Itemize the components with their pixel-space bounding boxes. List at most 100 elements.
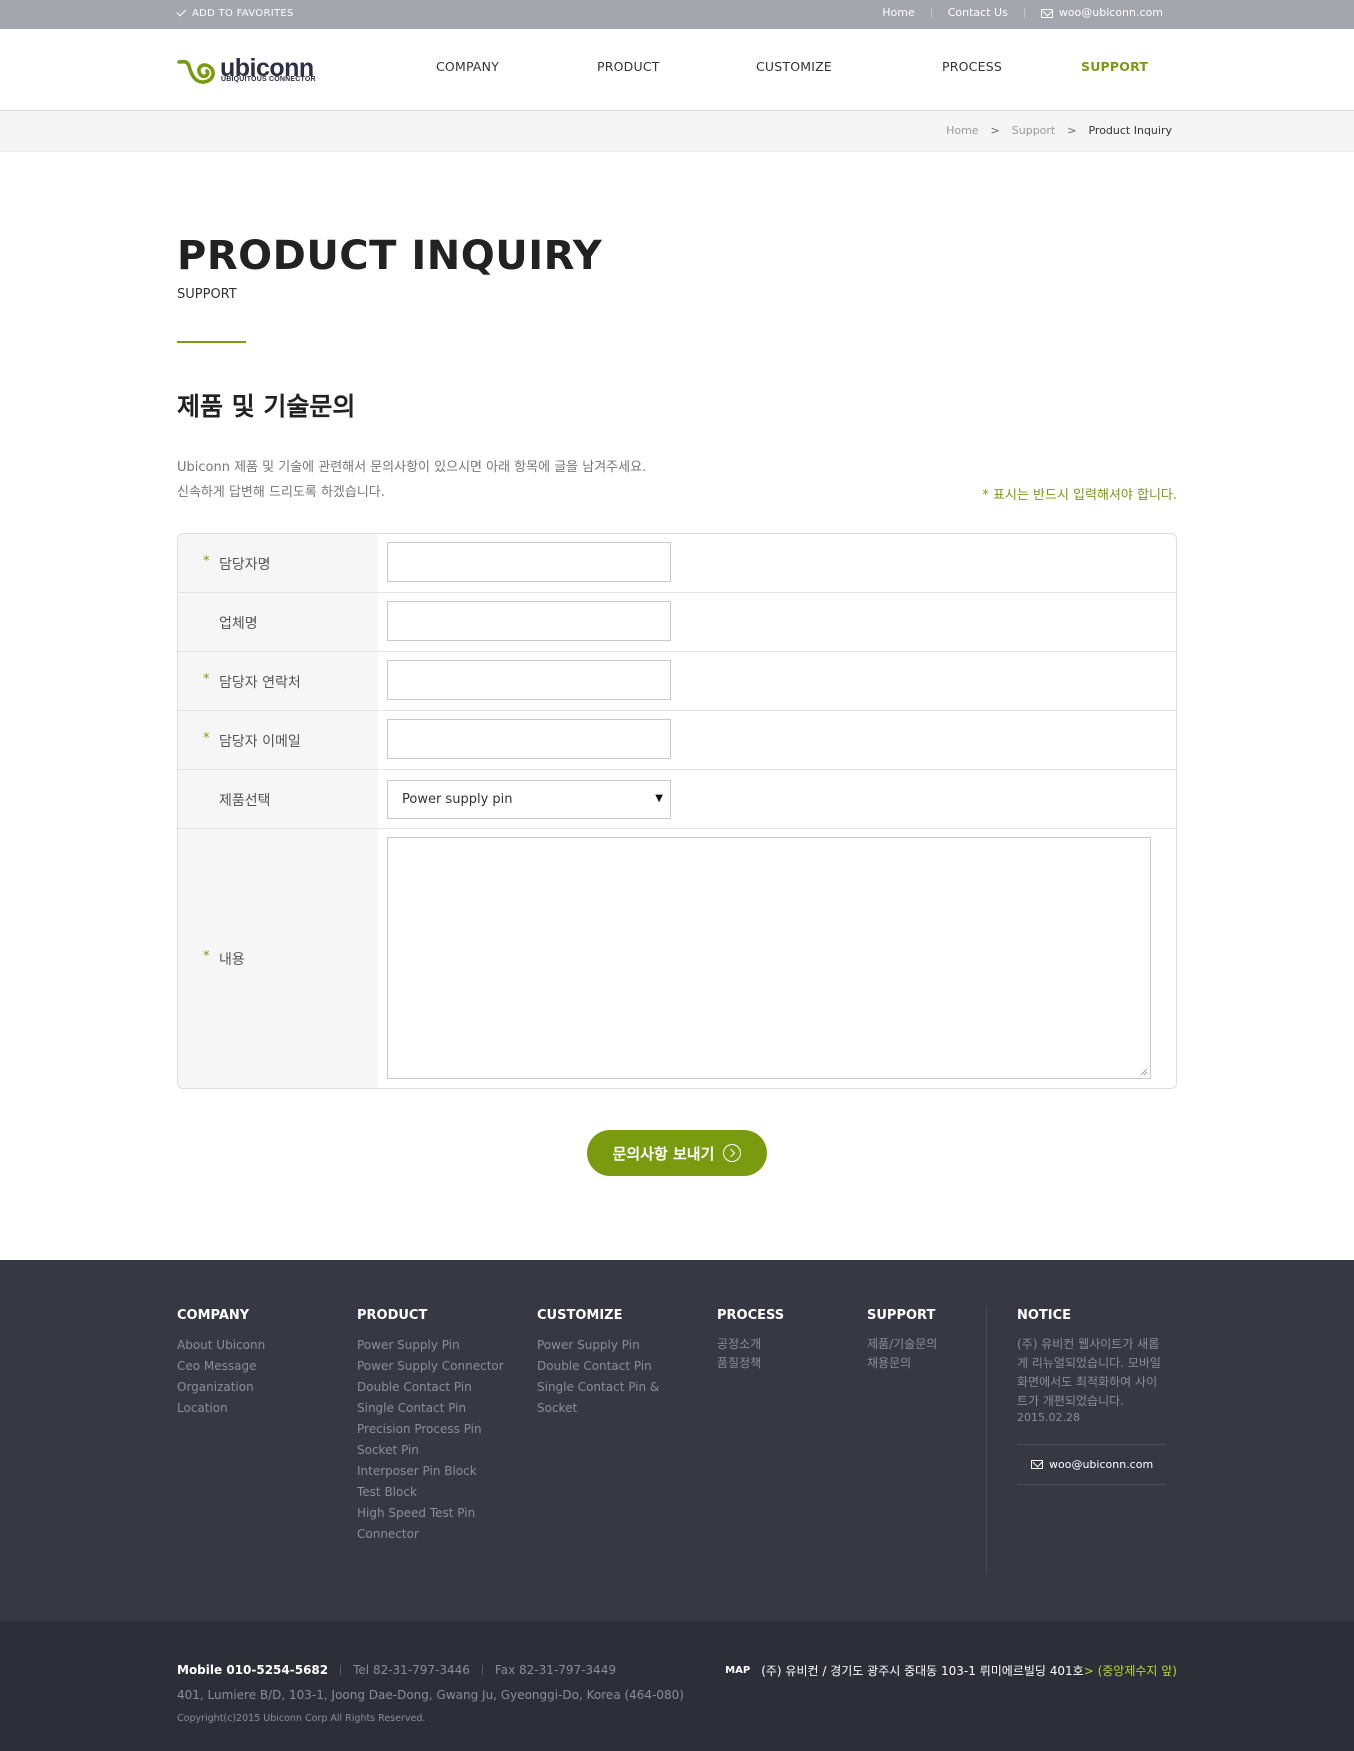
- contact-name-input[interactable]: [387, 542, 671, 582]
- footer-heading: CUSTOMIZE: [537, 1308, 623, 1323]
- footer-col-customize: CUSTOMIZE Power Supply Pin Double Contac…: [537, 1308, 659, 1419]
- footer-email-link[interactable]: woo@ubiconn.com: [1017, 1444, 1165, 1485]
- add-to-favorites-label: ADD TO FAVORITES: [192, 8, 294, 19]
- footer-link[interactable]: Socket Pin: [357, 1440, 504, 1461]
- logo-swirl-icon: [177, 59, 215, 84]
- add-to-favorites-link[interactable]: ADD TO FAVORITES: [176, 6, 294, 19]
- footer-link[interactable]: About Ubiconn: [177, 1335, 265, 1356]
- notice-date: 2015.02.28: [1017, 1411, 1080, 1424]
- map-label: MAP: [725, 1665, 751, 1676]
- required-star: *: [203, 554, 210, 569]
- nav-company[interactable]: COMPANY: [436, 59, 499, 74]
- product-select[interactable]: Power supply pin ▼: [387, 780, 671, 819]
- footer-link[interactable]: Power Supply Connector: [357, 1356, 504, 1377]
- form-row-email: * 담당자 이메일: [178, 711, 1176, 770]
- map-link[interactable]: MAP (주) 유비컨 / 경기도 광주시 중대동 103-1 뤼미에르빌딩 4…: [725, 1662, 1177, 1679]
- copyright: Copyright(c)2015 Ubiconn Corp All Rights…: [177, 1713, 426, 1724]
- site-footer: COMPANY About Ubiconn Ceo Message Organi…: [0, 1260, 1354, 1621]
- footer-link[interactable]: Organization: [177, 1377, 265, 1398]
- email-label: woo@ubiconn.com: [1058, 6, 1163, 19]
- email-input[interactable]: [387, 719, 671, 759]
- footer-link[interactable]: Test Block: [357, 1482, 504, 1503]
- tel-number: Tel 82-31-797-3446: [353, 1663, 470, 1677]
- footer-link[interactable]: Power Supply Pin: [357, 1335, 504, 1356]
- content-label: 내용: [219, 952, 245, 968]
- breadcrumb: Home > Support > Product Inquiry: [946, 124, 1172, 137]
- page-subtitle: SUPPORT: [177, 287, 237, 302]
- phone-input[interactable]: [387, 660, 671, 700]
- breadcrumb-bar: Home > Support > Product Inquiry: [0, 111, 1354, 152]
- email-link[interactable]: woo@ubiconn.com: [1040, 6, 1163, 19]
- footer-link[interactable]: Ceo Message: [177, 1356, 265, 1377]
- nav-customize[interactable]: CUSTOMIZE: [756, 59, 832, 74]
- divider: [340, 1665, 342, 1675]
- mail-icon: [1031, 1460, 1043, 1469]
- product-select-value: Power supply pin: [402, 792, 513, 807]
- submit-inquiry-button[interactable]: 문의사항 보내기: [587, 1130, 767, 1176]
- footer-heading: NOTICE: [1017, 1308, 1072, 1323]
- content-textarea[interactable]: [387, 837, 1151, 1079]
- nav-support[interactable]: SUPPORT: [1081, 59, 1148, 74]
- footer-col-company: COMPANY About Ubiconn Ceo Message Organi…: [177, 1308, 265, 1419]
- company-input[interactable]: [387, 601, 671, 641]
- logo-tagline: UBIQUITOUS CONNECTOR: [221, 76, 316, 83]
- footer-col-notice: NOTICE (주) 유비컨 웹사이트가 새롭게 리뉴얼되었습니다. 모바일화면…: [1017, 1308, 1165, 1485]
- footer-link[interactable]: 품질정책: [717, 1354, 784, 1373]
- phone-label: 담당자 연락처: [219, 675, 301, 691]
- breadcrumb-home[interactable]: Home: [946, 124, 978, 137]
- section-title: 제품 및 기술문의: [177, 392, 356, 421]
- top-links: Home Contact Us woo@ubiconn.com: [882, 6, 1163, 19]
- footer-col-process: PROCESS 공정소개 품질정책: [717, 1308, 784, 1373]
- footer-heading: SUPPORT: [867, 1308, 936, 1323]
- notice-text[interactable]: (주) 유비컨 웹사이트가 새롭게 리뉴얼되었습니다. 모바일화면에서도 최적화…: [1017, 1335, 1165, 1411]
- fax-number: Fax 82-31-797-3449: [494, 1663, 616, 1677]
- footer-link[interactable]: 공정소개: [717, 1335, 784, 1354]
- field-label-cell: * 담당자명: [178, 534, 378, 592]
- field-label-cell: 업체명: [178, 593, 378, 651]
- ubiconn-logo[interactable]: ubiconn UBIQUITOUS CONNECTOR: [177, 54, 317, 88]
- footer-link[interactable]: Single Contact Pin: [357, 1398, 504, 1419]
- intro-line-1: Ubiconn 제품 및 기술에 관련해서 문의사항이 있으시면 아래 항목에 …: [177, 460, 647, 475]
- footer-link[interactable]: Double Contact Pin: [357, 1377, 504, 1398]
- divider: [481, 1665, 483, 1675]
- required-note: * 표시는 반드시 입력해셔야 합니다.: [982, 488, 1177, 503]
- footer-link[interactable]: 제품/기술문의: [867, 1335, 937, 1354]
- english-address: 401, Lumiere B/D, 103-1, Joong Dae-Dong,…: [177, 1688, 684, 1702]
- footer-link[interactable]: High Speed Test Pin: [357, 1503, 504, 1524]
- footer-link[interactable]: 채용문의: [867, 1354, 937, 1373]
- page-title: PRODUCT INQUIRY: [177, 233, 603, 279]
- nav-product[interactable]: PRODUCT: [597, 59, 660, 74]
- breadcrumb-support[interactable]: Support: [1012, 124, 1055, 137]
- nav-process[interactable]: PROCESS: [942, 59, 1002, 74]
- footer-link[interactable]: Socket: [537, 1398, 659, 1419]
- company-label: 업체명: [219, 616, 258, 632]
- submit-label: 문의사항 보내기: [612, 1144, 715, 1163]
- intro-text: Ubiconn 제품 및 기술에 관련해서 문의사항이 있으시면 아래 항목에 …: [177, 455, 646, 505]
- footer-link[interactable]: Single Contact Pin &: [537, 1377, 659, 1398]
- footer-col-product: PRODUCT Power Supply Pin Power Supply Co…: [357, 1308, 504, 1545]
- footer-link[interactable]: Interposer Pin Block: [357, 1461, 504, 1482]
- footer-link[interactable]: Double Contact Pin: [537, 1356, 659, 1377]
- form-row-phone: * 담당자 연락처: [178, 652, 1176, 711]
- field-label-cell: * 내용: [178, 829, 378, 1088]
- footer-link[interactable]: Connector: [357, 1524, 504, 1545]
- footer-bottom-bar: Mobile 010-5254-5682 Tel 82-31-797-3446 …: [0, 1621, 1354, 1751]
- map-hint: > (중앙제수지 앞): [1083, 1664, 1177, 1678]
- contact-us-link[interactable]: Contact Us: [948, 6, 1008, 19]
- home-link[interactable]: Home: [882, 6, 914, 19]
- footer-link[interactable]: Power Supply Pin: [537, 1335, 659, 1356]
- footer-link[interactable]: Precision Process Pin: [357, 1419, 504, 1440]
- footer-link[interactable]: Location: [177, 1398, 265, 1419]
- footer-heading: COMPANY: [177, 1308, 250, 1323]
- title-accent-line: [177, 341, 246, 343]
- required-star: *: [203, 731, 210, 746]
- contact-numbers: Mobile 010-5254-5682 Tel 82-31-797-3446 …: [177, 1663, 616, 1677]
- required-star: *: [203, 949, 210, 964]
- breadcrumb-separator: >: [990, 124, 1000, 137]
- resize-grip-icon[interactable]: [1140, 1068, 1148, 1076]
- mobile-number: Mobile 010-5254-5682: [177, 1663, 329, 1677]
- footer-email-label: woo@ubiconn.com: [1049, 1458, 1154, 1471]
- field-label-cell: * 담당자 연락처: [178, 652, 378, 710]
- breadcrumb-current: Product Inquiry: [1088, 124, 1172, 137]
- divider: [930, 7, 932, 18]
